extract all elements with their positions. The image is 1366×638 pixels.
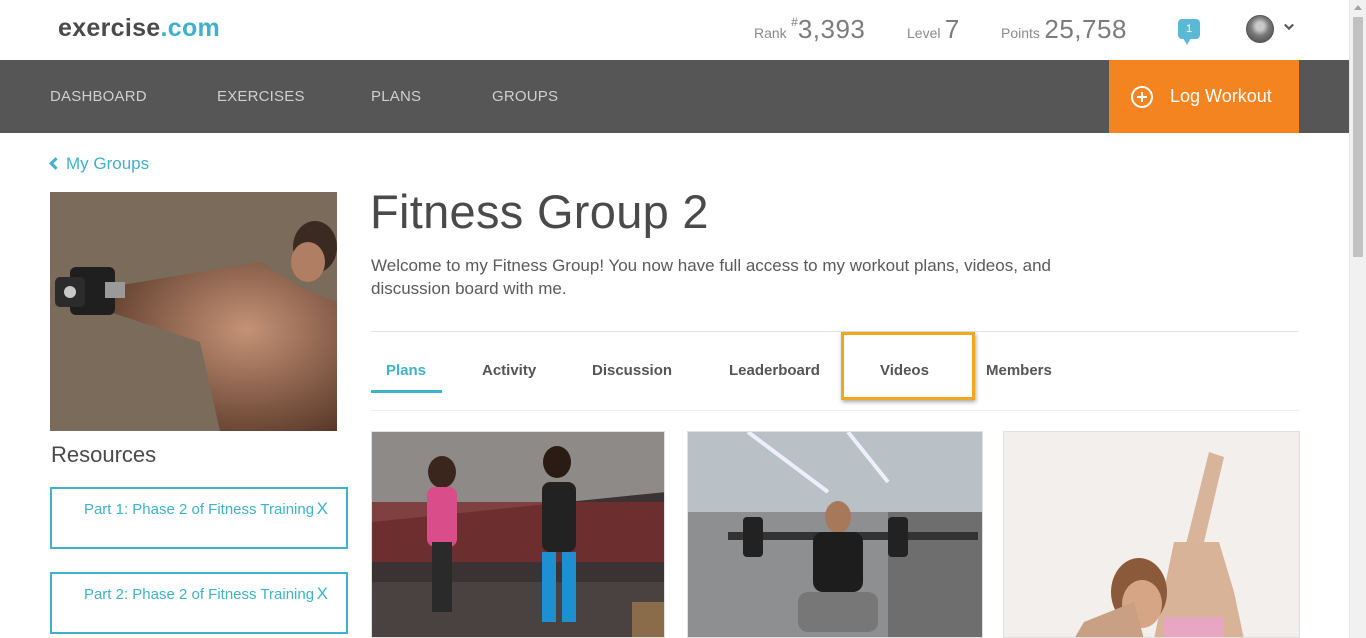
rank-hash: #	[791, 15, 798, 29]
tab-activity[interactable]: Activity	[482, 362, 536, 379]
points-label: Points	[1001, 25, 1040, 41]
resource-card[interactable]: Part 1: Phase 2 of Fitness Training X	[50, 487, 348, 549]
level-value: 7	[944, 14, 960, 44]
back-to-groups-link[interactable]: My Groups	[49, 154, 150, 174]
rank-value: 3,393	[797, 14, 866, 44]
scrollbar-thumb[interactable]	[1353, 17, 1363, 257]
nav-plans[interactable]: PLANS	[371, 88, 421, 105]
page-title: Fitness Group 2	[370, 185, 709, 238]
active-tab-indicator	[371, 390, 442, 393]
scrollbar[interactable]	[1349, 0, 1366, 638]
speech-bubble-icon[interactable]: 1	[1178, 19, 1200, 45]
tab-leaderboard[interactable]: Leaderboard	[729, 362, 820, 379]
log-workout-label: Log Workout	[1170, 86, 1272, 106]
points-value: 25,758	[1044, 14, 1127, 44]
back-link-label: My Groups	[66, 154, 150, 173]
resource-label: Part 2: Phase 2 of Fitness Training	[83, 586, 315, 603]
tab-plans[interactable]: Plans	[386, 362, 426, 379]
logo[interactable]: exercise.com	[58, 14, 220, 43]
plus-circle-icon	[1131, 86, 1153, 108]
divider	[371, 410, 1299, 411]
plan-card[interactable]	[1003, 431, 1300, 638]
page: exercise.com Rank #3,393 Level 7 Points …	[0, 0, 1366, 638]
logo-text: exercise	[58, 14, 161, 42]
tab-discussion[interactable]: Discussion	[592, 362, 672, 379]
divider	[371, 331, 1299, 332]
level-label: Level	[907, 25, 941, 41]
plan-card[interactable]	[687, 431, 983, 638]
remove-resource-button[interactable]: X	[317, 584, 328, 604]
tab-members[interactable]: Members	[986, 362, 1052, 379]
remove-resource-button[interactable]: X	[317, 499, 328, 519]
plank-exercise-photo	[1004, 432, 1299, 637]
avatar[interactable]	[1246, 15, 1274, 43]
barbell-squat-photo	[688, 432, 982, 637]
notification-count: 1	[1185, 23, 1193, 35]
group-cover-image	[50, 192, 337, 431]
resource-card[interactable]: Part 2: Phase 2 of Fitness Training X	[50, 572, 348, 634]
chevron-down-icon[interactable]	[1284, 22, 1294, 32]
nav-dashboard[interactable]: DASHBOARD	[50, 88, 147, 105]
rank-stat: Rank #3,393	[754, 14, 865, 45]
resources-heading: Resources	[51, 442, 157, 467]
group-description: Welcome to my Fitness Group! You now hav…	[371, 256, 1052, 298]
level-stat: Level 7	[907, 14, 960, 45]
videos-tab-highlight	[841, 332, 975, 400]
log-workout-button[interactable]: Log Workout	[1109, 60, 1299, 133]
chevron-left-icon	[49, 157, 62, 170]
nav-groups[interactable]: GROUPS	[492, 88, 558, 105]
rank-label: Rank	[754, 25, 787, 41]
dumbbell-athlete-illustration	[50, 192, 337, 431]
points-stat: Points 25,758	[1001, 14, 1127, 45]
plan-card[interactable]	[371, 431, 665, 638]
scroll-up-arrow-icon[interactable]	[1354, 5, 1362, 10]
resource-label: Part 1: Phase 2 of Fitness Training	[83, 501, 315, 518]
nav-exercises[interactable]: EXERCISES	[217, 88, 305, 105]
logo-domain: .com	[160, 14, 221, 42]
top-bar: exercise.com Rank #3,393 Level 7 Points …	[0, 0, 1349, 60]
jump-rope-photo	[372, 432, 664, 637]
